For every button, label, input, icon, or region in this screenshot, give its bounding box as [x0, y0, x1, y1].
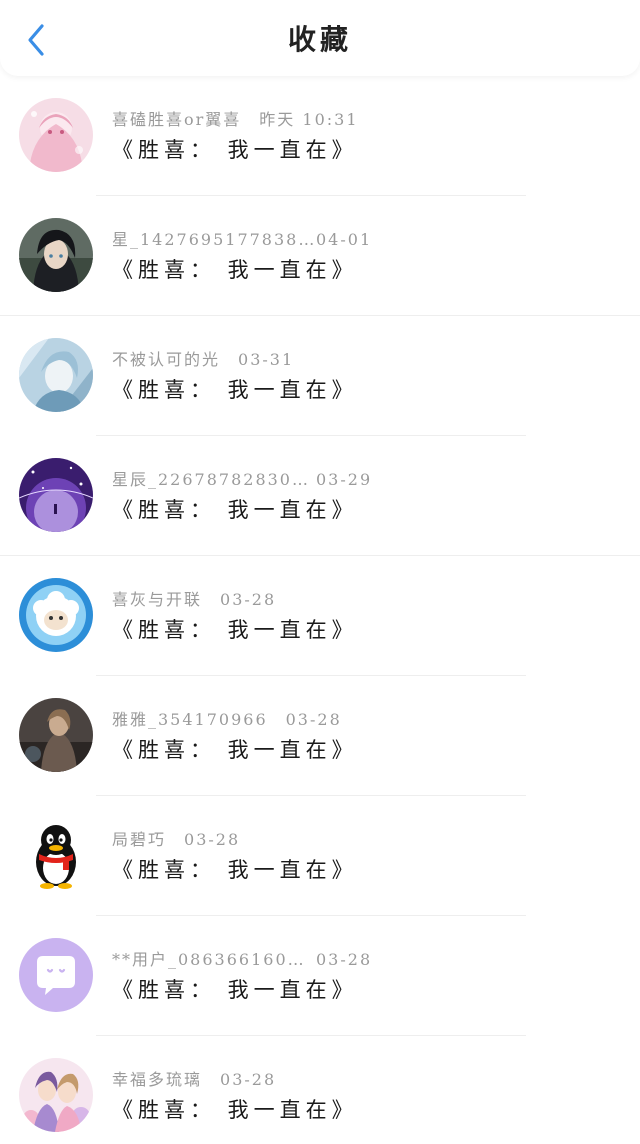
- list-item[interactable]: 星_1427695177838… 04-01 《胜喜： 我一直在》: [0, 196, 640, 316]
- user-name: 幸福多琉璃: [112, 1070, 203, 1089]
- list-item[interactable]: **用户_086366160… 03-28 《胜喜： 我一直在》: [0, 916, 640, 1036]
- list-item[interactable]: 局碧巧 03-28 《胜喜： 我一直在》: [0, 796, 640, 916]
- page-title: 收藏: [287, 23, 352, 56]
- message-text: 《胜喜： 我一直在》: [112, 978, 358, 1002]
- user-name: 喜磕胜喜or翼喜: [112, 110, 242, 129]
- message-text: 《胜喜： 我一直在》: [112, 738, 358, 762]
- timestamp: 昨天 10:31: [259, 110, 359, 129]
- user-name: 不被认可的光: [112, 350, 221, 369]
- pink-anime-avatar[interactable]: [19, 98, 93, 172]
- floral-anime-avatar[interactable]: [19, 1058, 93, 1132]
- list-item[interactable]: 幸福多琉璃 03-28 《胜喜： 我一直在》: [0, 1036, 640, 1144]
- timestamp: 03-28: [285, 710, 342, 729]
- message-text: 《胜喜： 我一直在》: [112, 138, 358, 162]
- sheep-cartoon-avatar[interactable]: [19, 578, 93, 652]
- timestamp: 03-28: [220, 1070, 277, 1089]
- user-name: **用户_086366160…: [112, 950, 306, 969]
- message-text: 《胜喜： 我一直在》: [112, 1098, 358, 1122]
- user-name: 星_1427695177838…: [112, 230, 317, 249]
- qq-penguin-avatar[interactable]: [19, 818, 93, 892]
- list-item[interactable]: 喜灰与开联 03-28 《胜喜： 我一直在》: [0, 556, 640, 676]
- timestamp: 03-28: [184, 830, 241, 849]
- list-item[interactable]: 喜磕胜喜or翼喜 昨天 10:31 《胜喜： 我一直在》: [0, 76, 640, 196]
- painting-avatar[interactable]: [19, 698, 93, 772]
- list-item[interactable]: 雅雅_354170966 03-28 《胜喜： 我一直在》: [0, 676, 640, 796]
- list-item[interactable]: 星辰_22678782830… 03-29 《胜喜： 我一直在》: [0, 436, 640, 556]
- message-text: 《胜喜： 我一直在》: [112, 618, 358, 642]
- user-name: 喜灰与开联: [112, 590, 203, 609]
- back-button[interactable]: [18, 18, 54, 62]
- timestamp: 04-01: [316, 230, 373, 249]
- blue-anime-avatar[interactable]: [19, 338, 93, 412]
- message-text: 《胜喜： 我一直在》: [112, 378, 358, 402]
- timestamp: 03-28: [316, 950, 373, 969]
- purple-chat-avatar[interactable]: [19, 938, 93, 1012]
- message-text: 《胜喜： 我一直在》: [112, 258, 358, 282]
- message-text: 《胜喜： 我一直在》: [112, 858, 358, 882]
- header-bar: 收藏: [0, 0, 640, 76]
- timestamp: 03-28: [220, 590, 277, 609]
- user-name: 局碧巧: [112, 830, 167, 849]
- user-name: 雅雅_354170966: [112, 710, 268, 729]
- timestamp: 03-31: [238, 350, 295, 369]
- message-text: 《胜喜： 我一直在》: [112, 498, 358, 522]
- favorites-list: 喜磕胜喜or翼喜 昨天 10:31 《胜喜： 我一直在》 星_142769517…: [0, 76, 640, 1144]
- user-name: 星辰_22678782830…: [112, 470, 310, 489]
- list-item[interactable]: 不被认可的光 03-31 《胜喜： 我一直在》: [0, 316, 640, 436]
- chevron-left-icon: [28, 24, 44, 56]
- purple-galaxy-avatar[interactable]: [19, 458, 93, 532]
- dark-hair-anime-avatar[interactable]: [19, 218, 93, 292]
- timestamp: 03-29: [316, 470, 373, 489]
